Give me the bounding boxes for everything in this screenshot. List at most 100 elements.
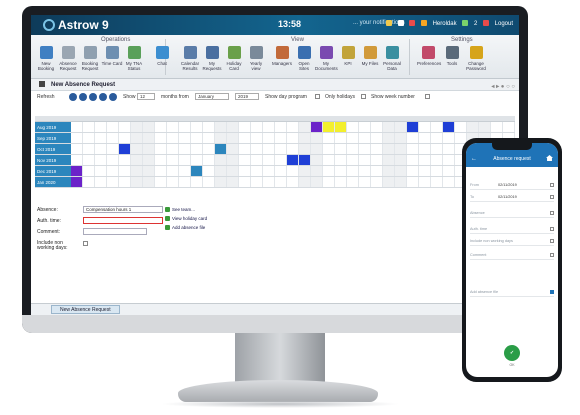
calendar-day-cell[interactable] (215, 155, 227, 165)
message-icon[interactable] (462, 20, 469, 26)
phone-form-row[interactable]: Include non working days (470, 237, 554, 246)
calendar-day-cell[interactable] (239, 144, 251, 154)
ribbon-button[interactable]: My Files (359, 46, 381, 66)
calendar-day-cell[interactable] (263, 155, 275, 165)
calendar-day-cell[interactable] (383, 166, 395, 176)
calendar-day-cell[interactable] (119, 166, 131, 176)
ribbon-button[interactable]: Booking Request (79, 46, 101, 71)
calendar-day-cell[interactable] (131, 177, 143, 187)
calendar-day-cell[interactable] (371, 177, 383, 187)
calendar-day-cell[interactable] (83, 133, 95, 143)
phone-form-row[interactable]: Absence (470, 209, 554, 218)
calendar-day-cell[interactable] (227, 122, 239, 132)
calendar-day-cell[interactable] (203, 166, 215, 176)
notification-icon[interactable] (385, 20, 392, 26)
last-icon[interactable] (109, 93, 117, 101)
calendar-day-cell[interactable] (335, 166, 347, 176)
calendar-day-cell[interactable] (347, 133, 359, 143)
calendar-day-cell[interactable] (95, 155, 107, 165)
calendar-day-cell[interactable] (83, 122, 95, 132)
calendar-day-cell[interactable] (143, 177, 155, 187)
home-icon[interactable] (39, 81, 45, 87)
ribbon-button[interactable]: Change Password (465, 46, 487, 71)
user-name[interactable]: Heroldak (433, 21, 457, 27)
calendar-day-cell[interactable] (443, 155, 455, 165)
calendar-day-cell[interactable] (359, 144, 371, 154)
calendar-day-cell[interactable] (311, 155, 323, 165)
calendar-day-cell[interactable] (455, 122, 467, 132)
calendar-day-cell[interactable] (155, 155, 167, 165)
first-icon[interactable] (69, 93, 77, 101)
calendar-day-cell[interactable] (227, 177, 239, 187)
calendar-day-cell[interactable] (107, 177, 119, 187)
calendar-day-cell[interactable] (227, 166, 239, 176)
calendar-day-cell[interactable] (215, 166, 227, 176)
see-team-link[interactable]: See team... (165, 207, 195, 212)
calendar-day-cell[interactable] (83, 144, 95, 154)
calendar-day-cell[interactable] (239, 166, 251, 176)
calendar-day-cell[interactable] (347, 166, 359, 176)
calendar-day-cell[interactable] (71, 122, 83, 132)
phone-form-row[interactable]: Comment (470, 251, 554, 260)
calendar-day-cell[interactable] (419, 122, 431, 132)
calendar-day-cell[interactable] (95, 122, 107, 132)
calendar-day-cell[interactable] (287, 155, 299, 165)
calendar-day-cell[interactable] (407, 155, 419, 165)
calendar-day-cell[interactable] (311, 177, 323, 187)
calendar-day-cell[interactable] (419, 177, 431, 187)
ribbon-button[interactable]: Tools (441, 46, 463, 66)
calendar-day-cell[interactable] (407, 144, 419, 154)
calendar-day-cell[interactable] (143, 133, 155, 143)
calendar-day-cell[interactable] (347, 177, 359, 187)
attach-row[interactable]: Add absence file (470, 288, 554, 297)
calendar-day-cell[interactable] (419, 144, 431, 154)
calendar-day-cell[interactable] (71, 144, 83, 154)
calendar-day-cell[interactable] (371, 166, 383, 176)
calendar-day-cell[interactable] (251, 155, 263, 165)
calendar-day-cell[interactable] (299, 155, 311, 165)
view-holiday-card-link[interactable]: View holiday card (165, 216, 207, 221)
calendar-day-cell[interactable] (323, 177, 335, 187)
calendar-day-cell[interactable] (191, 144, 203, 154)
calendar-day-cell[interactable] (383, 144, 395, 154)
calendar-day-cell[interactable] (419, 133, 431, 143)
calendar-day-cell[interactable] (131, 122, 143, 132)
calendar-day-cell[interactable] (383, 177, 395, 187)
alert-icon[interactable] (409, 20, 416, 26)
calendar-day-cell[interactable] (143, 144, 155, 154)
calendar-day-cell[interactable] (275, 144, 287, 154)
calendar-day-cell[interactable] (311, 133, 323, 143)
calendar-day-cell[interactable] (251, 122, 263, 132)
calendar-day-cell[interactable] (179, 122, 191, 132)
auth-time-input[interactable] (83, 217, 163, 224)
ribbon-button[interactable]: Personal Data (381, 46, 403, 71)
calendar-day-cell[interactable] (323, 122, 335, 132)
calendar-day-cell[interactable] (71, 155, 83, 165)
calendar-day-cell[interactable] (179, 133, 191, 143)
calendar-day-cell[interactable] (371, 144, 383, 154)
ribbon-button[interactable]: My TNA Status (123, 46, 145, 71)
calendar-day-cell[interactable] (95, 177, 107, 187)
calendar-day-cell[interactable] (263, 144, 275, 154)
ribbon-button[interactable]: KPI (337, 46, 359, 66)
calendar-day-cell[interactable] (407, 177, 419, 187)
calendar-day-cell[interactable] (419, 155, 431, 165)
calendar-day-cell[interactable] (191, 133, 203, 143)
calendar-day-cell[interactable] (155, 166, 167, 176)
ribbon-button[interactable]: My Documents (315, 46, 338, 71)
phone-form-row[interactable]: To 02/11/2019 (470, 193, 554, 202)
calendar-day-cell[interactable] (215, 122, 227, 132)
calendar-day-cell[interactable] (143, 166, 155, 176)
calendar-day-cell[interactable] (167, 177, 179, 187)
calendar-day-cell[interactable] (335, 144, 347, 154)
calendar-day-cell[interactable] (143, 122, 155, 132)
calendar-day-cell[interactable] (275, 155, 287, 165)
calendar-day-cell[interactable] (311, 144, 323, 154)
year-select[interactable]: 2019 (235, 93, 259, 100)
calendar-day-cell[interactable] (431, 155, 443, 165)
calendar-day-cell[interactable] (395, 166, 407, 176)
calendar-day-cell[interactable] (431, 166, 443, 176)
calendar-day-cell[interactable] (311, 166, 323, 176)
calendar-day-cell[interactable] (299, 122, 311, 132)
calendar-day-cell[interactable] (359, 133, 371, 143)
